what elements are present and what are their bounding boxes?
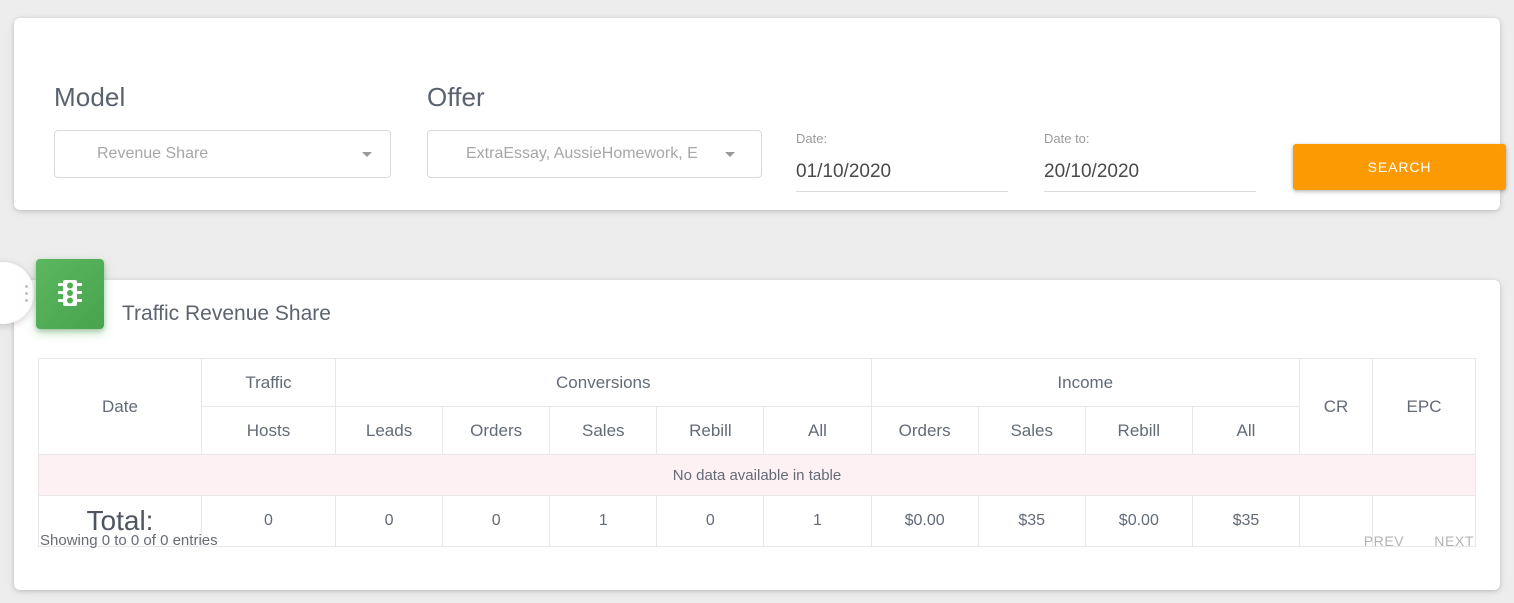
table-footer: Showing 0 to 0 of 0 entries PREV NEXT	[40, 532, 1474, 549]
offer-field-group: Offer ExtraEssay, AussieHomework, E	[427, 84, 762, 178]
pagination: PREV NEXT	[1364, 533, 1474, 549]
report-table-wrapper: Date Traffic Conversions Income CR EPC H…	[38, 358, 1476, 547]
col-inc-rebill: Rebill	[1084, 406, 1193, 455]
empty-state-row: No data available in table	[38, 454, 1476, 496]
model-select-value: Revenue Share	[97, 145, 209, 162]
traffic-light-icon	[58, 280, 82, 306]
model-label: Model	[54, 82, 126, 112]
offer-select-value: ExtraEssay, AussieHomework, E	[466, 145, 698, 162]
col-conv-orders: Orders	[442, 406, 551, 455]
report-table: Date Traffic Conversions Income CR EPC H…	[38, 358, 1476, 547]
offer-label: Offer	[427, 82, 485, 112]
search-button[interactable]: SEARCH	[1293, 144, 1506, 190]
model-select[interactable]: Revenue Share	[54, 130, 391, 178]
col-conv-rebill: Rebill	[656, 406, 765, 455]
report-card: Traffic Revenue Share Date Traffic Conve…	[14, 280, 1500, 590]
table-head: Date Traffic Conversions Income CR EPC H…	[38, 358, 1476, 455]
date-to-group: Date to:	[1044, 132, 1256, 192]
date-from-group: Date:	[796, 132, 1008, 192]
table-header-row-groups: Date Traffic Conversions Income CR EPC	[38, 358, 1476, 455]
date-to-label: Date to:	[1044, 131, 1090, 146]
empty-state-message: No data available in table	[38, 454, 1476, 496]
report-title: Traffic Revenue Share	[122, 302, 331, 325]
table-header-row-sub: Hosts Leads Orders Sales Rebill All Orde…	[39, 406, 1476, 455]
col-cr: CR	[1299, 358, 1373, 455]
col-date: Date	[38, 358, 202, 455]
drag-handle-icon	[25, 284, 28, 302]
col-group-conversions: Conversions	[335, 358, 872, 407]
filter-card: Model Revenue Share Offer ExtraEssay, Au…	[14, 18, 1506, 210]
traffic-light-badge	[36, 259, 104, 329]
col-inc-orders: Orders	[870, 406, 979, 455]
chevron-down-icon	[362, 152, 372, 157]
col-group-income: Income	[870, 358, 1301, 407]
col-epc: EPC	[1372, 358, 1476, 455]
date-from-label: Date:	[796, 131, 828, 146]
showing-entries-text: Showing 0 to 0 of 0 entries	[40, 532, 218, 549]
date-from-input[interactable]	[796, 161, 1008, 192]
chevron-down-icon	[725, 152, 735, 157]
col-conv-all: All	[763, 406, 872, 455]
prev-page-button[interactable]: PREV	[1364, 533, 1405, 549]
next-page-button[interactable]: NEXT	[1434, 533, 1474, 549]
col-group-traffic: Traffic	[201, 358, 336, 407]
model-field-group: Model Revenue Share	[54, 84, 391, 178]
col-conv-leads: Leads	[334, 406, 444, 455]
date-to-input[interactable]	[1044, 161, 1256, 192]
offer-select[interactable]: ExtraEssay, AussieHomework, E	[427, 130, 762, 178]
page-root: Model Revenue Share Offer ExtraEssay, Au…	[0, 0, 1514, 603]
col-hosts: Hosts	[201, 406, 336, 455]
col-inc-sales: Sales	[977, 406, 1086, 455]
col-conv-sales: Sales	[549, 406, 658, 455]
col-inc-all: All	[1191, 406, 1301, 455]
